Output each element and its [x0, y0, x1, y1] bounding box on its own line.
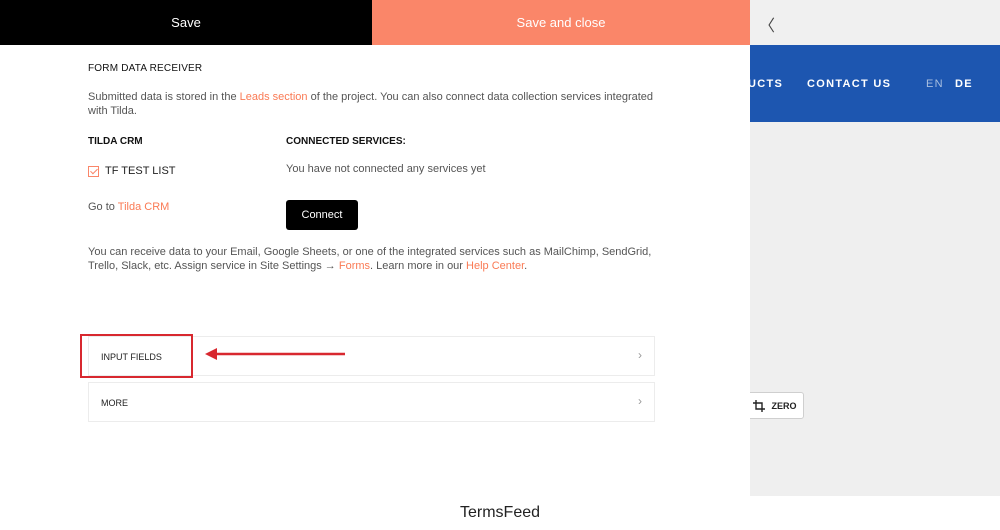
connect-button[interactable]: Connect	[286, 200, 358, 230]
tilda-crm-heading: TILDA CRM	[88, 136, 143, 147]
goto-text: Go to	[88, 201, 118, 213]
language-de[interactable]: DE	[955, 78, 973, 90]
info-text-end: .	[524, 260, 528, 272]
zero-label: ZERO	[771, 400, 797, 411]
goto-crm-text: Go to Tilda CRM	[88, 201, 169, 213]
form-settings-panel: Save Save and close FORM DATA RECEIVER S…	[0, 0, 750, 496]
form-description: Submitted data is stored in the Leads se…	[88, 90, 658, 118]
tilda-crm-link[interactable]: Tilda CRM	[118, 201, 170, 213]
integration-info: You can receive data to your Email, Goog…	[88, 245, 668, 273]
annotation-highlight-box	[80, 334, 193, 378]
checkbox-checked-icon[interactable]	[88, 165, 99, 177]
annotation-arrow-icon	[205, 348, 345, 360]
accordion-more[interactable]: MORE ›	[88, 382, 655, 422]
connected-services-heading: CONNECTED SERVICES:	[286, 136, 406, 147]
save-button[interactable]: Save	[0, 0, 372, 45]
section-title: FORM DATA RECEIVER	[88, 63, 203, 74]
nav-item-products[interactable]: UCTS	[748, 78, 783, 90]
site-navigation-bar: UCTS CONTACT US EN DE	[748, 45, 1000, 122]
checkbox-label: TF TEST LIST	[105, 165, 176, 177]
tf-test-list-checkbox[interactable]: TF TEST LIST	[88, 165, 176, 177]
help-center-link[interactable]: Help Center	[466, 260, 524, 272]
save-and-close-button[interactable]: Save and close	[372, 0, 750, 45]
language-en[interactable]: EN	[926, 78, 944, 90]
accordion-label: MORE	[101, 398, 128, 408]
footer: TermsFeed	[0, 496, 1000, 530]
chevron-right-icon: ›	[638, 348, 642, 362]
background-top-bar: 〈	[750, 0, 1000, 45]
background-page: 〈 UCTS CONTACT US EN DE ZERO	[746, 0, 1000, 496]
nav-item-contact-us[interactable]: CONTACT US	[807, 78, 891, 90]
leads-section-link[interactable]: Leads section	[240, 91, 308, 103]
chevron-right-icon: ›	[638, 394, 642, 408]
zero-block-button[interactable]: ZERO	[746, 392, 804, 419]
info-text-middle: . Learn more in our	[370, 260, 467, 272]
forms-link[interactable]: Forms	[339, 260, 370, 272]
collapse-panel-icon[interactable]: 〈	[759, 12, 775, 36]
no-services-message: You have not connected any services yet	[286, 163, 486, 175]
description-text-start: Submitted data is stored in the	[88, 91, 240, 103]
crop-icon	[753, 399, 766, 412]
footer-brand-text: TermsFeed	[459, 504, 541, 521]
